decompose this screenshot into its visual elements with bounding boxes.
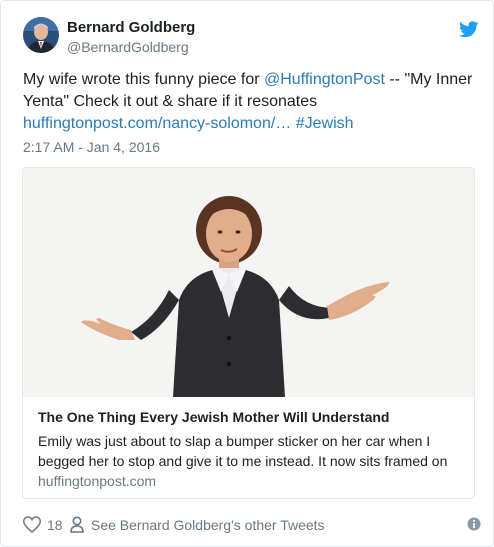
avatar[interactable] xyxy=(23,17,59,53)
heart-icon[interactable] xyxy=(22,516,42,533)
tweet-text: My wife wrote this funny piece for @Huff… xyxy=(23,69,477,135)
card-domain: huffingtonpost.com xyxy=(38,473,157,489)
article-url-link[interactable]: huffingtonpost.com/nancy-solomon/… xyxy=(23,115,291,132)
author-handle[interactable]: @BernardGoldberg xyxy=(67,39,189,55)
person-icon xyxy=(70,516,84,533)
like-count[interactable]: 18 xyxy=(47,517,63,533)
link-card[interactable]: The One Thing Every Jewish Mother Will U… xyxy=(22,167,475,499)
other-tweets-link[interactable]: See Bernard Goldberg's other Tweets xyxy=(91,517,325,533)
card-description: Emily was just about to slap a bumper st… xyxy=(38,433,448,469)
card-title[interactable]: The One Thing Every Jewish Mother Will U… xyxy=(38,409,389,425)
mention-link[interactable]: @HuffingtonPost xyxy=(264,71,385,88)
card-image xyxy=(23,168,474,397)
author-name[interactable]: Bernard Goldberg xyxy=(67,19,195,36)
embedded-tweet: Bernard Goldberg @BernardGoldberg My wif… xyxy=(0,0,494,547)
info-icon[interactable] xyxy=(467,517,481,531)
tweet-actions: 18 See Bernard Goldberg's other Tweets xyxy=(22,515,481,535)
timestamp[interactable]: 2:17 AM - Jan 4, 2016 xyxy=(23,139,160,155)
hashtag-link[interactable]: #Jewish xyxy=(296,115,354,132)
twitter-bird-icon[interactable] xyxy=(458,21,479,38)
tweet-text-part: My wife wrote this funny piece for xyxy=(23,71,264,88)
